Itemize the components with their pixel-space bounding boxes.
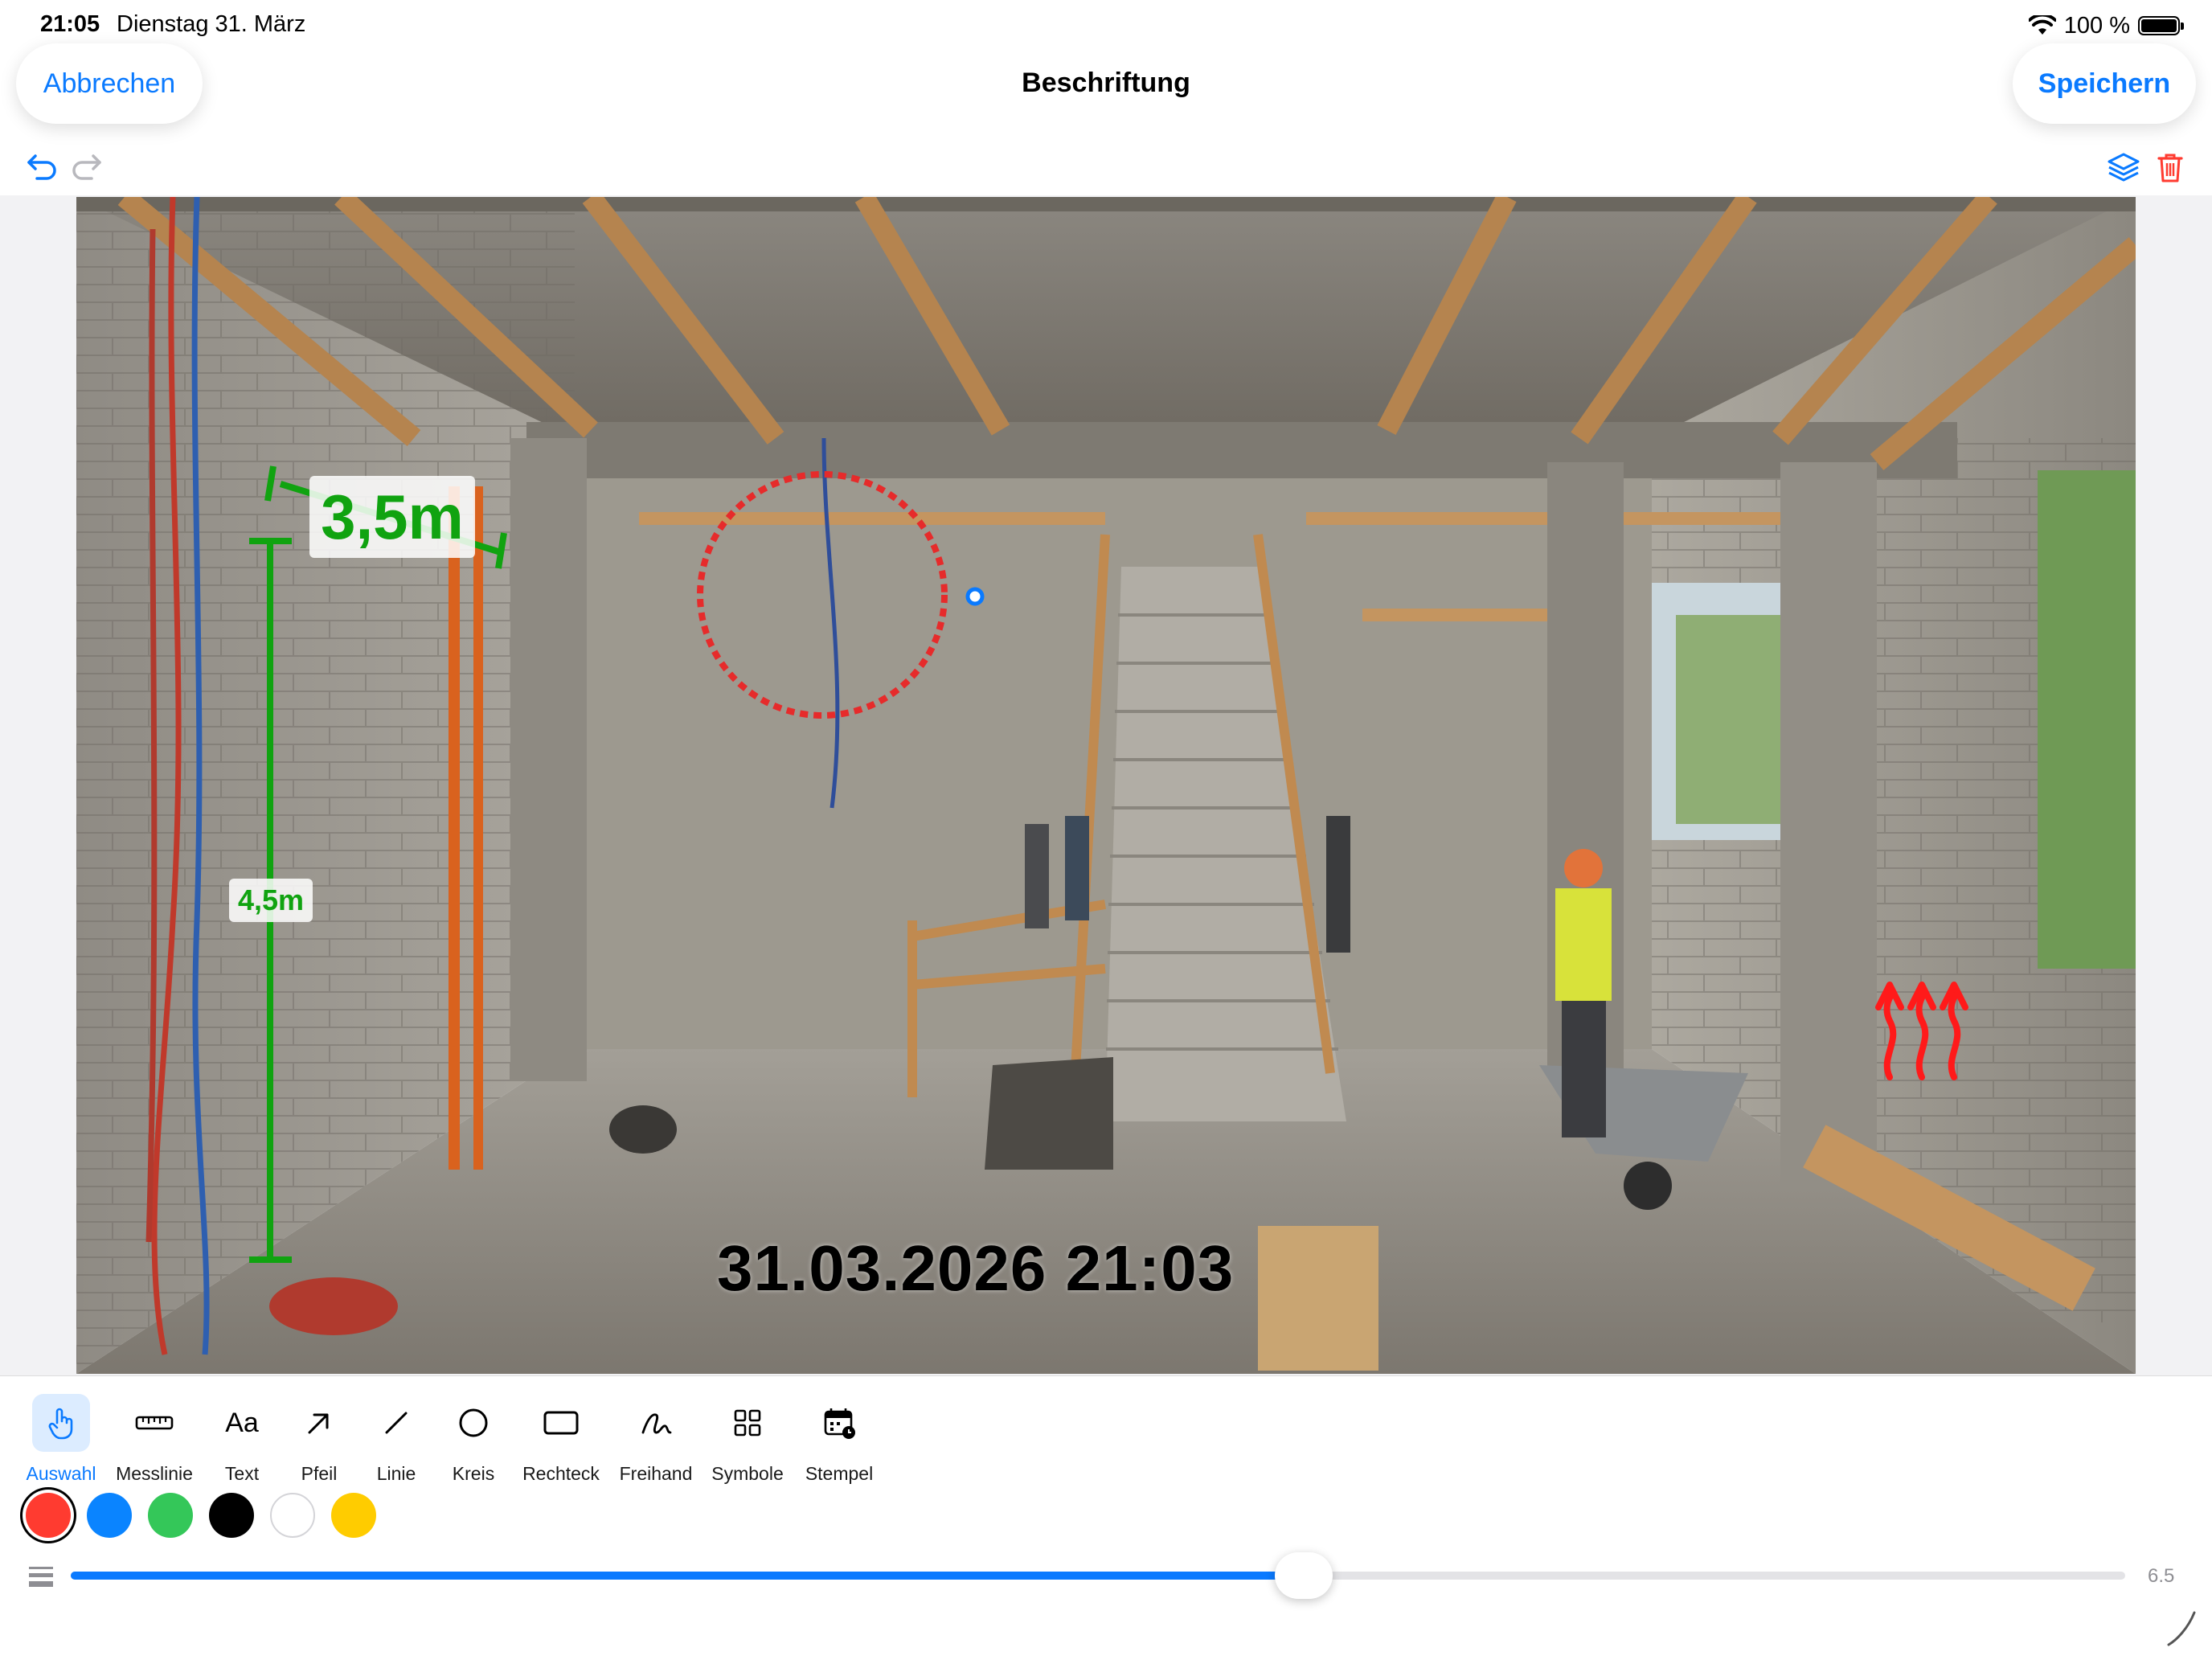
tool-label: Rechteck	[522, 1463, 600, 1484]
battery-icon	[2138, 16, 2184, 35]
construction-photo[interactable]	[76, 197, 2136, 1374]
redo-icon[interactable]	[68, 148, 106, 186]
tool-stempel[interactable]: Stempel	[802, 1394, 876, 1490]
tool-label: Pfeil	[301, 1463, 338, 1484]
tool-text[interactable]: Aa Text	[213, 1394, 271, 1490]
line-icon	[367, 1394, 425, 1452]
pencil-tip-icon	[2167, 1611, 2196, 1646]
tool-label: Linie	[376, 1463, 416, 1484]
tool-kreis[interactable]: Kreis	[444, 1394, 502, 1490]
tool-linie[interactable]: Linie	[367, 1394, 425, 1490]
color-swatch-yellow[interactable]	[331, 1493, 376, 1538]
photo-illustration	[76, 197, 2136, 1374]
layers-icon[interactable]	[2104, 148, 2143, 186]
color-swatch-black[interactable]	[209, 1493, 254, 1538]
circle-icon	[444, 1394, 502, 1452]
rectangle-icon	[532, 1394, 590, 1452]
tool-label: Symbole	[711, 1463, 784, 1484]
status-time: 21:05	[40, 11, 100, 37]
tool-label: Freihand	[619, 1463, 693, 1484]
status-right: 100 %	[2028, 10, 2184, 42]
measure-label-top[interactable]: 3,5m	[309, 476, 475, 558]
stroke-width-slider[interactable]	[71, 1552, 2125, 1599]
color-swatch-green[interactable]	[148, 1493, 193, 1538]
color-swatch-white[interactable]	[270, 1493, 315, 1538]
slider-fill	[71, 1572, 1304, 1580]
tool-label: Stempel	[805, 1463, 874, 1484]
stroke-width-value: 6.5	[2148, 1565, 2175, 1587]
measure-label-left[interactable]: 4,5m	[229, 879, 313, 922]
freehand-icon	[627, 1394, 685, 1452]
save-button[interactable]: Speichern	[2013, 43, 2196, 124]
tool-auswahl[interactable]: Auswahl	[27, 1394, 96, 1490]
ruler-icon	[125, 1394, 183, 1452]
hand-pointer-icon	[32, 1394, 90, 1452]
trash-icon[interactable]	[2151, 148, 2189, 186]
tool-label: Text	[224, 1463, 260, 1484]
tool-freihand[interactable]: Freihand	[619, 1394, 693, 1490]
tool-symbole[interactable]: Symbole	[711, 1394, 784, 1490]
tool-rechteck[interactable]: Rechteck	[521, 1394, 601, 1490]
timestamp-stamp[interactable]: 31.03.2026 21:03	[717, 1232, 1234, 1305]
page-title: Beschriftung	[1022, 68, 1190, 98]
undo-icon[interactable]	[23, 148, 61, 186]
text-aa-icon: Aa	[213, 1394, 271, 1452]
tool-label: Messlinie	[116, 1463, 193, 1484]
status-date: Dienstag 31. März	[117, 11, 306, 37]
tool-messlinie[interactable]: Messlinie	[114, 1394, 195, 1490]
tool-label: Auswahl	[26, 1463, 96, 1484]
slider-thumb[interactable]	[1274, 1552, 1333, 1599]
arrow-icon	[290, 1394, 348, 1452]
tool-label: Kreis	[452, 1463, 495, 1484]
status-bar: 21:05 Dienstag 31. März 100 %	[0, 0, 2212, 51]
wifi-icon	[2028, 15, 2056, 35]
tool-pfeil[interactable]: Pfeil	[290, 1394, 348, 1490]
battery-percent: 100 %	[2063, 12, 2130, 39]
line-weight-icon	[29, 1567, 53, 1587]
color-swatch-red[interactable]	[26, 1493, 71, 1538]
color-swatch-blue[interactable]	[87, 1493, 132, 1538]
symbols-grid-icon	[719, 1394, 776, 1452]
text-aa-glyph: Aa	[225, 1407, 259, 1438]
stamp-calendar-icon	[810, 1394, 868, 1452]
